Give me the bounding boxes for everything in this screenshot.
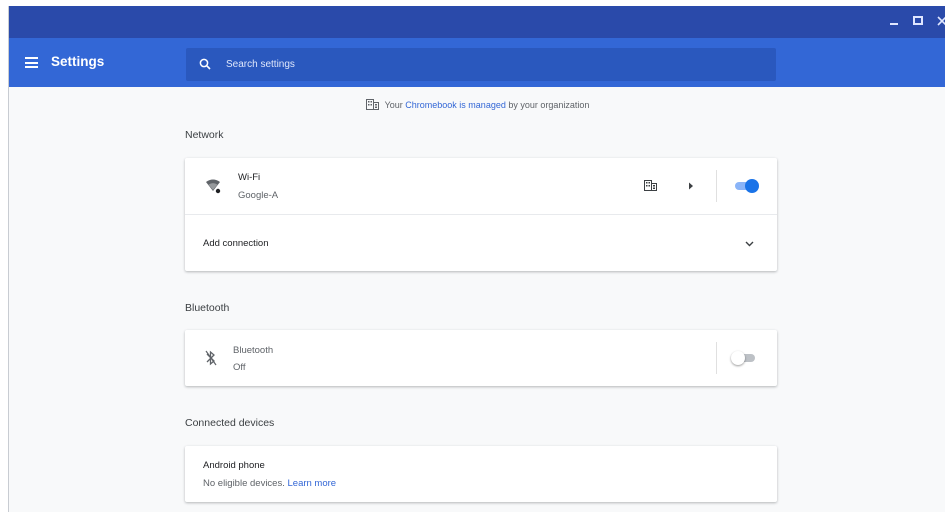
learn-more-link[interactable]: Learn more [288, 478, 337, 489]
search-box[interactable] [186, 48, 776, 81]
wifi-icon [206, 179, 221, 194]
managed-banner: Your Chromebook is managed by your organ… [9, 99, 945, 110]
bluetooth-section-title: Bluetooth [185, 302, 230, 314]
android-phone-row[interactable]: Android phone No eligible devices. Learn… [185, 446, 777, 502]
bluetooth-row[interactable]: Bluetooth Off [185, 330, 777, 386]
android-phone-status: No eligible devices. [203, 478, 285, 489]
bluetooth-card: Bluetooth Off [185, 330, 777, 386]
building-icon [365, 99, 379, 110]
wifi-network-name: Google-A [238, 190, 279, 201]
add-connection-label: Add connection [203, 238, 269, 249]
minimize-icon[interactable] [887, 14, 901, 28]
close-icon[interactable] [935, 14, 945, 28]
chevron-down-icon[interactable] [745, 241, 754, 247]
network-card: Wi-Fi Google-A Add connection [185, 158, 777, 271]
bluetooth-icon [205, 350, 217, 366]
wifi-label: Wi-Fi [238, 172, 261, 183]
arrow-right-icon[interactable] [688, 182, 694, 190]
connected-devices-section-title: Connected devices [185, 417, 275, 429]
managed-text-suffix: by your organization [505, 100, 590, 110]
wifi-toggle[interactable] [733, 179, 759, 193]
search-icon [199, 58, 211, 70]
wifi-row[interactable]: Wi-Fi Google-A [185, 158, 777, 214]
android-phone-label: Android phone [203, 460, 265, 471]
building-icon [644, 180, 657, 191]
network-section-title: Network [185, 129, 224, 141]
settings-header: Settings [9, 38, 945, 87]
bluetooth-label: Bluetooth [233, 345, 274, 356]
managed-text-prefix: Your [384, 100, 406, 110]
window-titlebar [9, 6, 945, 38]
settings-window: Settings Your Chromebook is managed by y… [8, 6, 945, 512]
maximize-icon[interactable] [911, 14, 925, 28]
connected-devices-card: Android phone No eligible devices. Learn… [185, 446, 777, 502]
vertical-divider [716, 342, 717, 374]
hamburger-menu-icon[interactable] [25, 57, 38, 68]
page-title: Settings [51, 54, 105, 69]
bluetooth-toggle[interactable] [731, 351, 757, 365]
bluetooth-status: Off [233, 362, 246, 373]
managed-link[interactable]: Chromebook is managed [405, 100, 506, 110]
vertical-divider [716, 170, 717, 202]
search-input[interactable] [226, 48, 766, 81]
add-connection-row[interactable]: Add connection [185, 215, 777, 271]
